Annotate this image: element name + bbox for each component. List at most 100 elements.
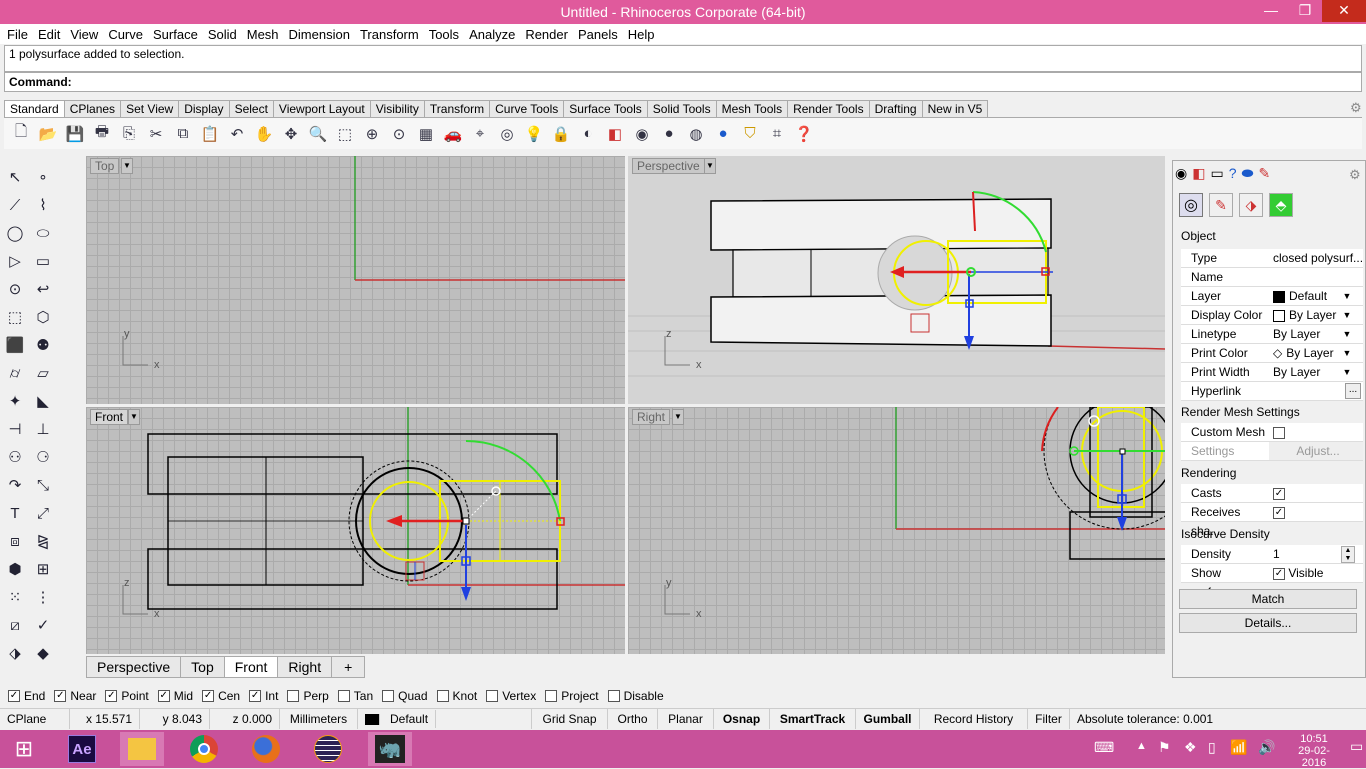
menu-curve[interactable]: Curve	[103, 27, 148, 42]
polyline-icon[interactable]: ⟋	[4, 194, 26, 216]
rendered-icon[interactable]: ◍	[685, 123, 707, 145]
trim-icon[interactable]: ⊣	[4, 418, 26, 440]
viewport-top[interactable]: y x Top ▼	[86, 156, 625, 404]
status-filter[interactable]: Filter	[1028, 709, 1070, 729]
project-icon[interactable]: ⧄	[4, 614, 26, 636]
polygon-icon[interactable]: ▷	[4, 250, 26, 272]
menu-mesh[interactable]: Mesh	[242, 27, 284, 42]
materials-tab-icon[interactable]: ⬬	[1241, 165, 1253, 182]
dropbox-icon[interactable]: ❖	[1184, 739, 1197, 756]
viewport-title-right[interactable]: Right	[632, 409, 671, 425]
menu-render[interactable]: Render	[520, 27, 573, 42]
tab-transform[interactable]: Transform	[423, 100, 491, 117]
osnap-grid-icon[interactable]: ⌗	[766, 123, 788, 145]
flag-icon[interactable]: ⚑	[1158, 739, 1171, 756]
close-button[interactable]: ✕	[1322, 0, 1366, 22]
tab-select[interactable]: Select	[228, 100, 274, 117]
rectangle-icon[interactable]: ▭	[32, 250, 54, 272]
zoom-extents-icon[interactable]: ⊕	[361, 123, 383, 145]
tab-drafting[interactable]: Drafting	[868, 100, 923, 117]
chrome-icon[interactable]	[182, 732, 226, 766]
battery-icon[interactable]: ▯	[1208, 739, 1216, 756]
boolean-icon[interactable]: ◣	[32, 390, 54, 412]
status-record-history[interactable]: Record History	[920, 709, 1028, 729]
menu-transform[interactable]: Transform	[355, 27, 424, 42]
osnap-mid-checkbox[interactable]: ✓	[157, 690, 170, 702]
decal-icon[interactable]: ⬗	[1239, 193, 1263, 217]
check-icon[interactable]: ✓	[32, 614, 54, 636]
gear-icon[interactable]: ⚙	[1349, 167, 1361, 183]
chevron-down-icon[interactable]: ▼	[672, 409, 684, 425]
point-icon[interactable]: ∘	[32, 166, 54, 188]
layers-tab-icon[interactable]: ◧	[1192, 165, 1205, 182]
spheres-icon[interactable]: ⚉	[32, 334, 54, 356]
match-button[interactable]: Match	[1179, 589, 1357, 609]
tab-set-view[interactable]: Set View	[120, 100, 180, 117]
object-properties-icon[interactable]: ◎	[1179, 193, 1203, 217]
after-effects-icon[interactable]: Ae	[60, 732, 104, 766]
osnap-quad[interactable]: Quad	[382, 689, 428, 703]
name-input[interactable]	[1269, 268, 1363, 287]
osnap-tan[interactable]: Tan	[337, 689, 373, 703]
chevron-down-icon[interactable]: ▼	[1339, 287, 1355, 306]
osnap-near-checkbox[interactable]: ✓	[54, 690, 67, 702]
menu-file[interactable]: File	[2, 27, 33, 42]
fillet-icon[interactable]: ↩	[32, 278, 54, 300]
filter-icon[interactable]: ⛉	[739, 123, 761, 145]
select-arrow-icon[interactable]: ↖	[4, 166, 26, 188]
hyperlink-browse-button[interactable]: ...	[1345, 383, 1361, 399]
box-icon[interactable]: ⬛	[4, 334, 26, 356]
osnap-point[interactable]: ✓ Point	[105, 689, 149, 703]
tab-viewport-layout[interactable]: Viewport Layout	[272, 100, 371, 117]
viewport-front[interactable]: z x Front ▼	[86, 407, 625, 654]
menu-surface[interactable]: Surface	[148, 27, 203, 42]
mesh-plane-icon[interactable]: ▱	[32, 362, 54, 384]
osnap-mid[interactable]: ✓ Mid	[157, 689, 193, 703]
texture-icon[interactable]: ⬘	[1269, 193, 1293, 217]
light-icon[interactable]: 💡	[523, 123, 545, 145]
chevron-down-icon[interactable]: ▼	[1339, 306, 1355, 325]
details-button[interactable]: Details...	[1179, 613, 1357, 633]
receives-shadows-checkbox[interactable]: ✓	[1273, 506, 1285, 519]
viewport-title-perspective[interactable]: Perspective	[632, 158, 705, 174]
zoom-window-icon[interactable]: ⬚	[334, 123, 356, 145]
tab-new-in-v5[interactable]: New in V5	[921, 100, 989, 117]
analyze-icon[interactable]: ⬢	[4, 558, 26, 580]
copy-icon[interactable]: ⧉	[172, 123, 194, 145]
menu-panels[interactable]: Panels	[573, 27, 623, 42]
osnap-perp-checkbox[interactable]	[287, 690, 300, 702]
osnap-project[interactable]: Project	[545, 689, 599, 703]
properties-tab-icon[interactable]: ◉	[1175, 165, 1187, 182]
material-icon[interactable]: ✎	[1209, 193, 1233, 217]
osnap-perp[interactable]: Perp	[287, 689, 329, 703]
color-icon[interactable]: ◉	[631, 123, 653, 145]
tab-visibility[interactable]: Visibility	[369, 100, 425, 117]
viewport-tab-front[interactable]: Front	[223, 656, 279, 678]
osnap-point-checkbox[interactable]: ✓	[105, 690, 118, 702]
surface-points-icon[interactable]: ⬚	[4, 306, 26, 328]
rotate-icon[interactable]: ↷	[4, 474, 26, 496]
osnap-disable-checkbox[interactable]	[607, 690, 620, 702]
cplane-icon[interactable]: ⌖	[469, 123, 491, 145]
osnap-vertex[interactable]: Vertex	[486, 689, 536, 703]
undo-icon[interactable]: ↶	[226, 123, 248, 145]
gear-icon[interactable]: ⚙	[1350, 100, 1362, 116]
extrude-icon[interactable]: ⬡	[32, 306, 54, 328]
paste-icon[interactable]: 📋	[199, 123, 221, 145]
grid-array-icon[interactable]: ⁙	[4, 586, 26, 608]
osnap-quad-checkbox[interactable]	[382, 690, 395, 702]
osnap-vertex-checkbox[interactable]	[486, 690, 499, 702]
status-cplane[interactable]: CPlane	[0, 709, 70, 729]
osnap-knot-checkbox[interactable]	[436, 690, 449, 702]
mirror-icon[interactable]: ⧎	[32, 530, 54, 552]
ellipse-icon[interactable]: ⬭	[32, 222, 54, 244]
scale-icon[interactable]: ⤡	[32, 474, 54, 496]
new-file-icon[interactable]: 🗋	[10, 123, 32, 145]
chevron-down-icon[interactable]: ▼	[1339, 363, 1355, 382]
shade-icon[interactable]: ●	[658, 123, 680, 145]
minimize-button[interactable]: —	[1256, 0, 1286, 22]
status-grid-snap[interactable]: Grid Snap	[532, 709, 608, 729]
split-icon[interactable]: ⊥	[32, 418, 54, 440]
group-icon[interactable]: ⚇	[4, 446, 26, 468]
help-tab-icon[interactable]: ?	[1229, 165, 1237, 182]
